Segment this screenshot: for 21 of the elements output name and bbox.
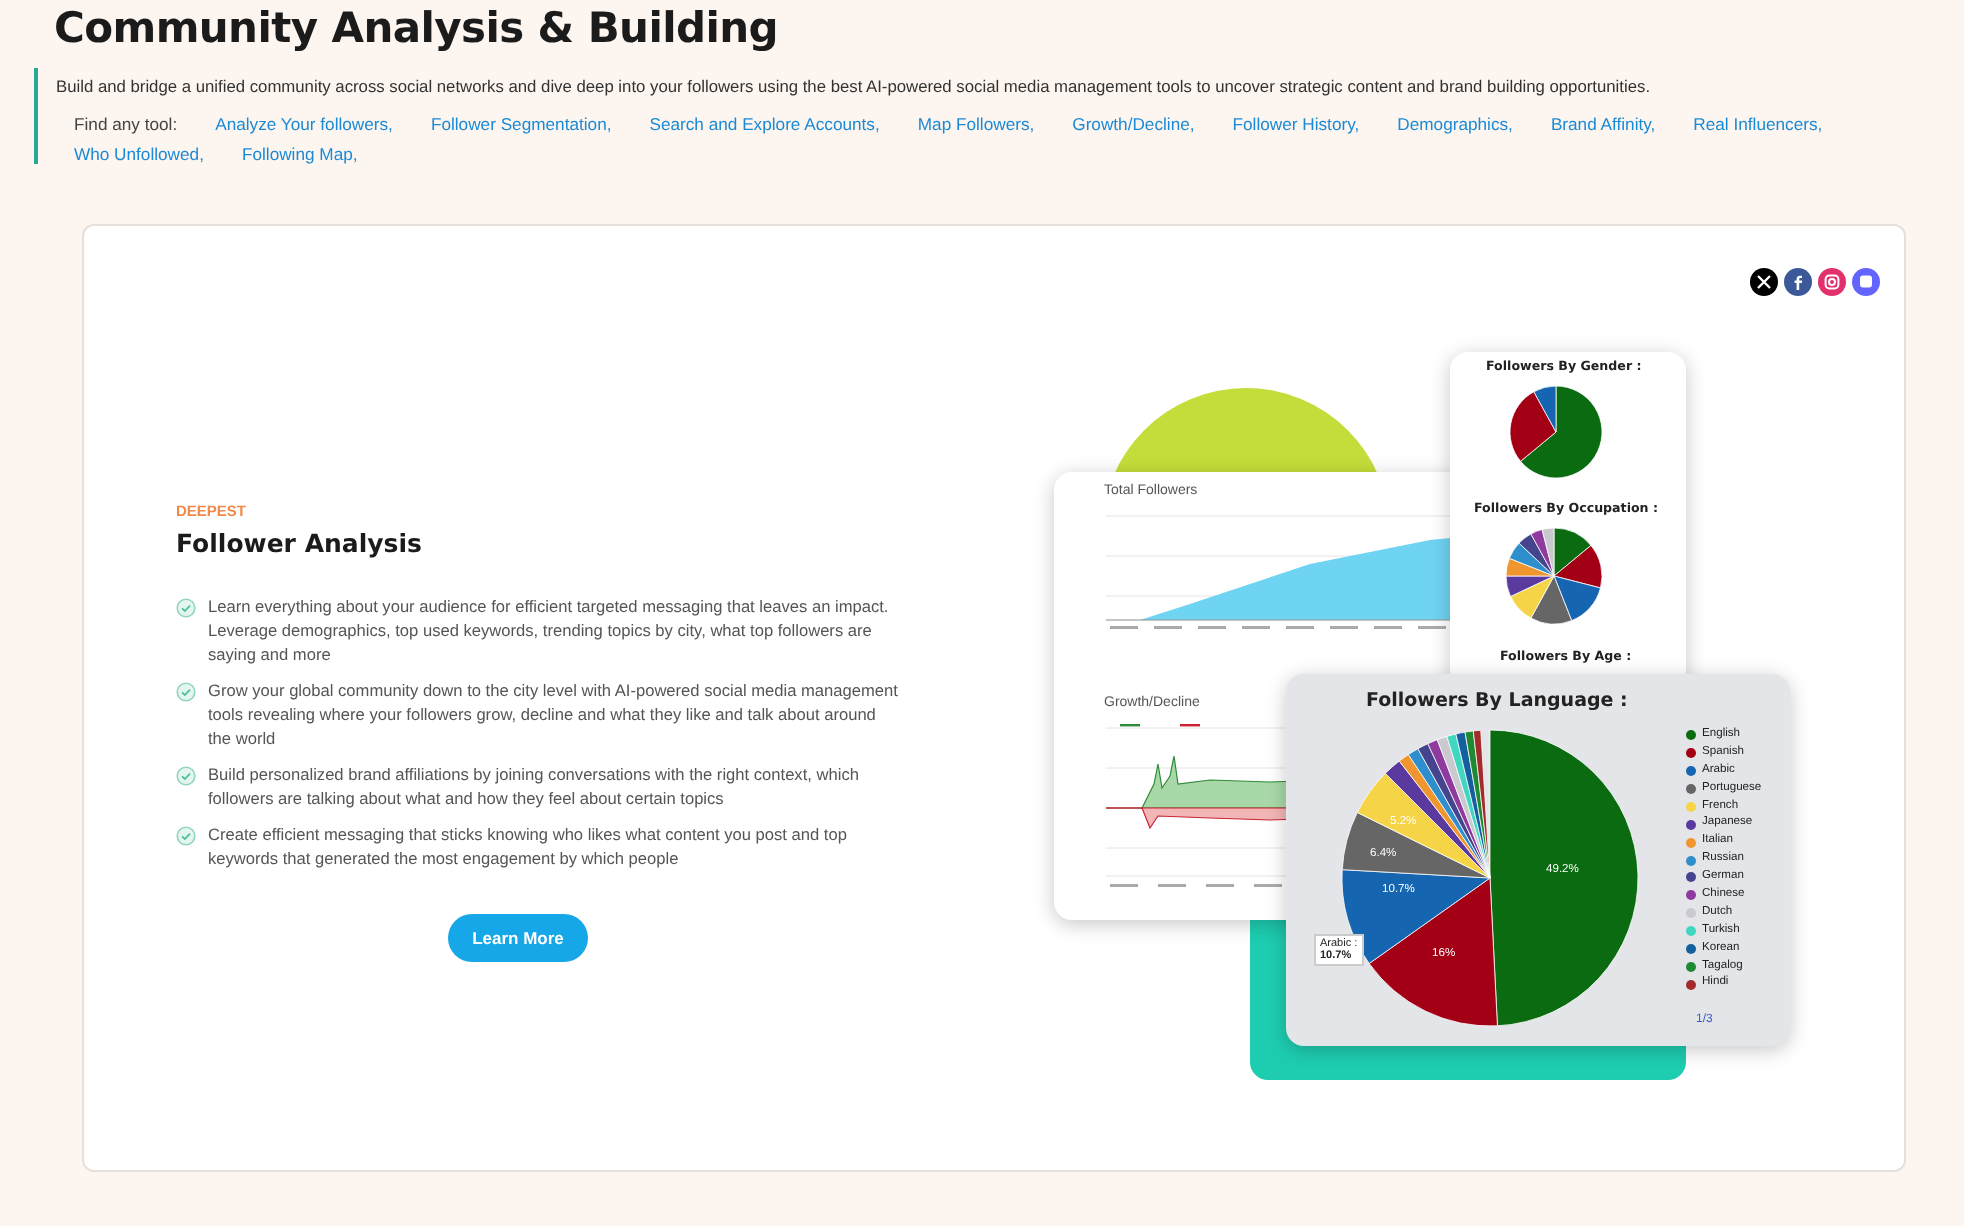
feature-point: Learn everything about your audience for efficient targeted messaging that leaves an impact. Leverage demographics, top used keywords, trending topics by city, what top followers are saying and more <box>208 594 891 666</box>
page-title: Community Analysis & Building <box>54 4 780 52</box>
feature-point: Build personalized brand affiliations by joining conversations with the right context, which followers are talking about what and how they feel about certain topics <box>208 762 861 810</box>
tool-link[interactable]: Real Influencers, <box>1693 114 1823 134</box>
tool-link[interactable]: Map Followers, <box>917 114 1035 134</box>
chart-title: Followers By Language : <box>1366 690 1628 712</box>
tool-link[interactable]: Follower Segmentation, <box>430 114 612 134</box>
tool-link[interactable]: Following Map, <box>241 144 358 164</box>
tool-link[interactable]: Brand Affinity, <box>1550 114 1656 134</box>
feature-title: Follower Analysis <box>176 528 424 558</box>
feature-point: Create efficient messaging that sticks knowing who likes what content you post and top keywords that generated the most engagement by which people <box>208 822 849 870</box>
tool-link[interactable]: Analyze Your followers, <box>215 114 393 134</box>
learn-more-button[interactable]: Learn More <box>448 914 588 962</box>
tool-link[interactable]: Follower History, <box>1232 114 1360 134</box>
feature-point: Grow your global community down to the city level with AI-powered social media management tools revealing where your followers grow, decline and what they like and talk about around the world <box>208 678 900 750</box>
tool-link[interactable]: Who Unfollowed, <box>74 144 204 164</box>
tools-label: Find any tool: <box>74 114 178 134</box>
tool-link[interactable]: Demographics, <box>1397 114 1513 134</box>
page-description: Build and bridge a unified community across social networks and dive deep into your followers using the best AI-powered social media management tools to uncover strategic content and brand building opportunities. <box>56 76 1653 96</box>
tool-link[interactable]: Search and Explore Accounts, <box>649 114 880 134</box>
tool-link[interactable]: Growth/Decline, <box>1072 114 1195 134</box>
